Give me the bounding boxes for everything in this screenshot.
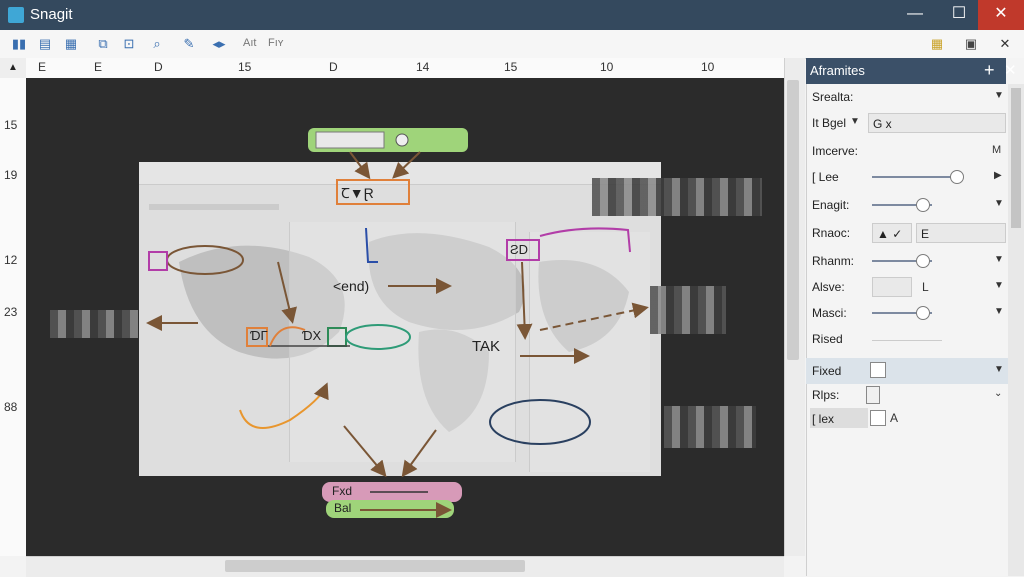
slider-knob[interactable] [916,306,930,320]
panel-title: Aframites [810,63,865,78]
property-row[interactable]: [ Lee ▶ [806,164,1008,190]
property-row[interactable]: Srealta: ▼ [806,84,1008,110]
chevron-down-icon[interactable]: ▼ [994,364,1004,375]
arrow[interactable] [392,151,421,179]
ellipse-annotation[interactable] [489,399,591,445]
slider-knob[interactable] [950,170,964,184]
property-label: Fixed [812,364,842,378]
slider-track[interactable] [872,176,962,178]
add-icon[interactable]: + [984,60,995,81]
chevron-right-icon[interactable]: ▶ [994,170,1002,181]
toggle[interactable] [866,386,880,404]
chevron-down-icon[interactable]: ▼ [994,306,1004,317]
chevron-down-icon[interactable]: ⌄ [994,388,1002,399]
property-value[interactable]: M [992,144,1001,156]
slider-knob[interactable] [916,254,930,268]
chevron-down-icon[interactable]: ▼ [994,90,1004,101]
arrow[interactable] [343,425,387,478]
tag-box[interactable] [327,327,347,347]
color-swatch[interactable] [872,277,912,297]
checkbox[interactable] [870,362,886,378]
chevron-down-icon[interactable]: ▼ [994,198,1004,209]
chevron-down-icon[interactable]: ▼ [850,116,860,127]
chevron-down-icon[interactable]: ▼ [994,280,1004,291]
property-row[interactable]: Rlps: ⌄ [806,382,1008,408]
vertical-scroll-thumb[interactable] [787,80,799,360]
tag-label[interactable]: Ꞇ▼Ɽ [341,184,374,203]
property-value[interactable]: G x [868,113,1006,133]
property-label: It Bgel [812,116,847,130]
horizontal-scroll-thumb[interactable] [225,560,525,572]
ellipse-annotation[interactable] [345,324,411,350]
property-value[interactable]: L [922,280,929,294]
arrow[interactable] [516,261,533,340]
property-row[interactable]: Rised [806,326,1008,352]
property-label: [ lex [812,412,835,426]
panel-scroll-thumb[interactable] [1011,88,1021,228]
slider-knob[interactable] [916,198,930,212]
property-row[interactable]: Imcerve: M [806,138,1008,164]
tag-label[interactable]: ƧD [510,242,528,257]
property-value[interactable]: E [916,223,1006,243]
property-label: [ Lee [812,170,839,184]
arc[interactable] [269,326,306,347]
property-label: Alsve: [812,280,845,294]
property-label: Rnaoc: [812,226,851,240]
property-label: Srealta: [812,90,854,104]
property-row[interactable]: Enagit: ▼ [806,192,1008,218]
callout-label[interactable]: Bal [334,501,351,515]
panel-close-icon[interactable]: ✕ [1004,61,1017,79]
property-row[interactable]: Alsve: L ▼ [806,274,1008,300]
tag-label[interactable]: ƊX [302,328,321,343]
tag-label[interactable]: ƊΓ [250,328,268,343]
color-swatch[interactable]: ▲ ✓ [872,223,912,243]
divider [872,340,942,341]
property-row[interactable]: It Bgel ▼ G x [806,110,1008,136]
arrow[interactable] [349,151,371,180]
ellipse-annotation[interactable] [166,245,244,275]
pen-stroke[interactable] [365,227,378,263]
tag-label[interactable]: TAK [472,338,500,355]
property-label: Imcerve: [812,144,859,158]
send-label[interactable]: <end) [333,278,369,294]
property-label: Masci: [812,306,847,320]
chevron-down-icon[interactable]: ▼ [994,254,1004,265]
dashed-arrow[interactable] [539,302,649,331]
tag-box[interactable] [148,251,168,271]
arrow[interactable] [401,429,437,478]
property-row[interactable]: Masci: ▼ [806,300,1008,326]
checkbox[interactable] [870,410,886,426]
property-row[interactable]: Rhanm: ▼ [806,248,1008,274]
callout-toolbar-top[interactable] [308,128,468,152]
property-row-selected[interactable]: Fixed ▼ [806,358,1008,384]
property-value[interactable]: A [890,411,898,425]
pen-stroke[interactable] [539,227,631,253]
property-label: Rhanm: [812,254,855,268]
callout-label[interactable]: Fxd [332,484,352,498]
arrow[interactable] [277,261,297,324]
arc-arrow[interactable] [239,382,329,429]
property-label: Enagit: [812,198,850,212]
property-row[interactable]: Rnaoc: ▲ ✓ E [806,220,1008,246]
property-label: Rised [812,332,843,346]
property-row[interactable]: [ lex A [806,406,1008,432]
property-label: Rlps: [812,388,840,402]
properties-panel-header: Aframites + ✕ [806,58,1017,84]
